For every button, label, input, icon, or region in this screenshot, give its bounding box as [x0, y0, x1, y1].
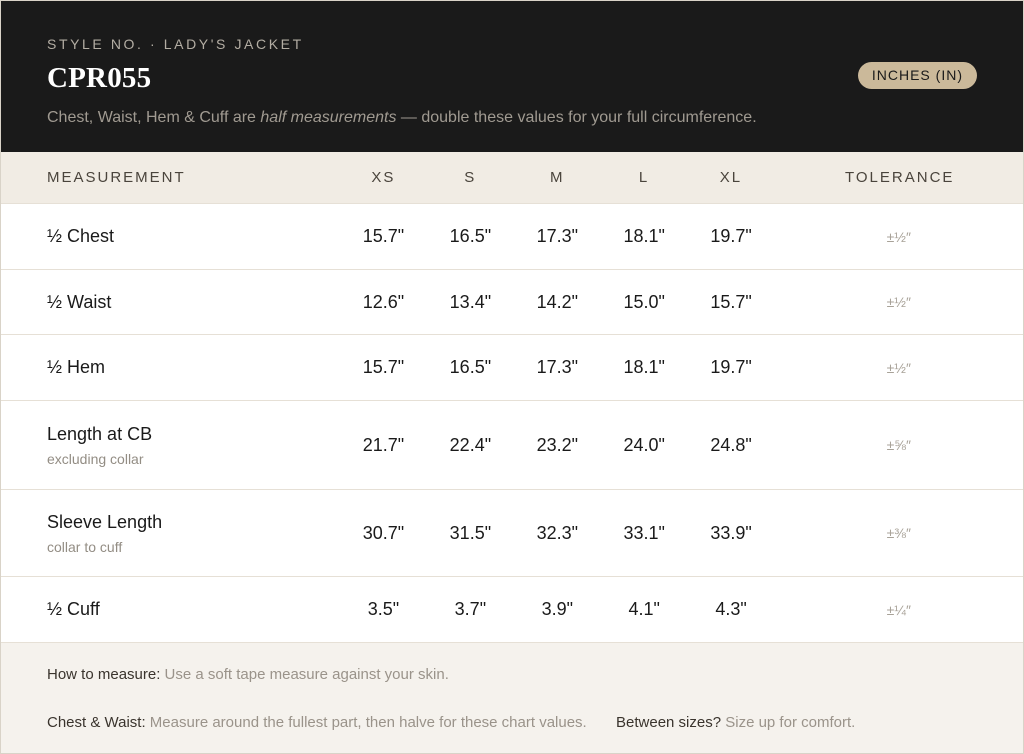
tolerance-cell: ±½″: [886, 359, 911, 376]
value-cell: 17.3": [536, 357, 579, 377]
value-cell: 15.7": [362, 357, 405, 377]
value-cell: 22.4": [449, 434, 492, 455]
value-cell: 3.9": [541, 599, 573, 619]
unit-badge: INCHES (IN): [857, 62, 977, 89]
between-sizes-label: Between sizes?: [616, 714, 722, 731]
value-cell: 4.3": [715, 599, 747, 619]
value-cell: 24.0": [623, 434, 665, 455]
measurement-label: Length at CB: [47, 423, 153, 444]
value-cell: 19.7": [710, 226, 752, 246]
table-row: Length at CB excluding collar 21.7" 22.4…: [1, 401, 1023, 490]
size-chart-card: STYLE NO. · LADY'S JACKET CPR055 Chest, …: [0, 0, 1024, 754]
measurement-label: Sleeve Length: [47, 511, 163, 532]
value-cell: 3.7": [454, 599, 487, 619]
row-label-cell: ½ Cuff: [1, 599, 340, 620]
value-cell: 24.8": [710, 434, 752, 455]
value-cell: 18.1": [623, 357, 665, 377]
chart-subtitle: Chest, Waist, Hem & Cuff are half measur…: [47, 109, 977, 127]
value-cell: 15.0": [623, 291, 665, 312]
subtitle-pre: Chest, Waist, Hem & Cuff are: [47, 109, 261, 126]
tolerance-cell: ±½″: [886, 228, 911, 245]
how-to-measure-label: How to measure:: [47, 666, 161, 683]
table-row: Sleeve Length collar to cuff 30.7" 31.5"…: [1, 490, 1023, 577]
tolerance-cell: ±⅝″: [886, 437, 911, 453]
chest-waist-label: Chest & Waist:: [47, 714, 146, 731]
table-row: ½ Waist 12.6" 13.4" 14.2" 15.0" 15.7" ±½…: [1, 270, 1023, 335]
measurement-label: ½ Cuff: [47, 599, 100, 619]
value-cell: 19.7": [710, 357, 752, 377]
value-cell: 33.1": [623, 522, 665, 543]
row-label-cell: ½ Chest: [1, 226, 340, 247]
column-header-xs: XS: [371, 169, 396, 186]
value-cell: 31.5": [449, 522, 492, 543]
value-cell: 17.3": [536, 226, 579, 246]
value-cell: 16.5": [449, 226, 492, 246]
row-label-cell: Length at CB excluding collar: [1, 424, 340, 467]
column-header-row: MEASUREMENT XS S M L XL TOLERANCE: [1, 152, 1023, 204]
footer-tips-row: Chest & Waist: Measure around the fulles…: [47, 714, 977, 731]
chart-header: STYLE NO. · LADY'S JACKET CPR055 Chest, …: [1, 1, 1023, 152]
measurement-label: ½ Chest: [47, 226, 115, 246]
column-header-m: M: [549, 169, 565, 186]
table-row: ½ Cuff 3.5" 3.7" 3.9" 4.1" 4.3" ±¼″: [1, 577, 1023, 643]
table-row: ½ Chest 15.7" 16.5" 17.3" 18.1" 19.7" ±½…: [1, 204, 1023, 270]
subtitle-emphasis: half measurements: [260, 109, 397, 126]
value-cell: 23.2": [536, 434, 579, 455]
between-sizes-text: Size up for comfort.: [721, 714, 856, 731]
value-cell: 21.7": [362, 434, 405, 455]
tolerance-cell: ±¼″: [886, 601, 911, 618]
subtitle-post: — double these values for your full circ…: [396, 109, 757, 126]
value-cell: 3.5": [367, 599, 400, 619]
column-header-tolerance: TOLERANCE: [845, 169, 955, 186]
row-label-cell: Sleeve Length collar to cuff: [1, 512, 340, 555]
value-cell: 32.3": [536, 522, 579, 543]
value-cell: 30.7": [362, 522, 405, 543]
tolerance-cell: ±½″: [886, 294, 911, 310]
value-cell: 12.6": [362, 291, 405, 312]
column-header-measurement: MEASUREMENT: [47, 169, 186, 186]
style-eyebrow: STYLE NO. · LADY'S JACKET: [47, 36, 304, 52]
column-header-l: L: [638, 169, 650, 186]
measurement-label: ½ Hem: [47, 357, 106, 377]
table-row: ½ Hem 15.7" 16.5" 17.3" 18.1" 19.7" ±½″: [1, 335, 1023, 401]
column-header-s: S: [464, 169, 477, 186]
chest-waist-note: Chest & Waist: Measure around the fulles…: [47, 714, 616, 731]
style-title: CPR055: [47, 62, 152, 94]
value-cell: 14.2": [536, 291, 579, 312]
value-cell: 18.1": [623, 226, 665, 246]
chart-footer: How to measure: Use a soft tape measure …: [1, 643, 1023, 753]
how-to-measure-text: Use a soft tape measure against your ski…: [160, 666, 449, 683]
value-cell: 4.1": [628, 599, 660, 619]
value-cell: 33.9": [710, 522, 752, 543]
value-cell: 15.7": [362, 226, 405, 246]
value-cell: 16.5": [449, 357, 492, 377]
row-label-cell: ½ Waist: [1, 292, 340, 313]
value-cell: 13.4": [449, 291, 492, 312]
tolerance-cell: ±⅜″: [886, 525, 911, 541]
how-to-measure-note: How to measure: Use a soft tape measure …: [47, 666, 977, 683]
value-cell: 15.7": [710, 291, 752, 312]
chest-waist-text: Measure around the fullest part, then ha…: [145, 714, 587, 731]
measurement-label: ½ Waist: [47, 291, 112, 312]
measurement-note: excluding collar: [47, 450, 144, 467]
between-sizes-note: Between sizes? Size up for comfort.: [616, 714, 855, 731]
row-label-cell: ½ Hem: [1, 357, 340, 378]
column-header-xl: XL: [719, 169, 743, 186]
measurement-note: collar to cuff: [47, 538, 123, 555]
